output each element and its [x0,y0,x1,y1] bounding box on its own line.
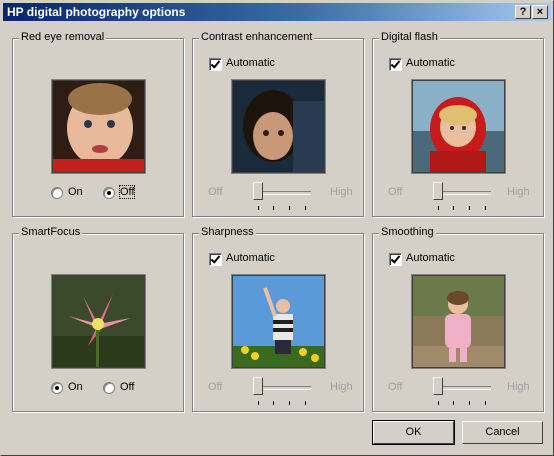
contrast-tick [289,206,290,210]
smartfocus-label: SmartFocus [19,226,83,238]
smartfocus-on-radio[interactable] [51,382,63,394]
contrast-label: Contrast enhancement [199,31,315,43]
smartfocus-off-label[interactable]: Off [120,381,134,393]
digital-flash-automatic-checkbox[interactable] [389,58,402,71]
smoothing-tick [485,401,486,405]
sharpness-tick [273,401,274,405]
ok-button[interactable]: OK [372,420,455,445]
smoothing-slider-thumb[interactable] [433,377,443,395]
contrast-slider-high-label: High [330,186,353,198]
smoothing-tick [469,401,470,405]
sharpness-automatic-label[interactable]: Automatic [226,252,275,264]
red-eye-on-radio[interactable] [51,187,63,199]
digital-flash-tick [485,206,486,210]
red-eye-photo [52,80,145,173]
contrast-slider-thumb[interactable] [253,182,263,200]
sharpness-slider-thumb[interactable] [253,377,263,395]
window-title: HP digital photography options [7,5,186,19]
contrast-slider-low-label: Off [208,186,223,198]
sharpness-tick [305,401,306,405]
digital-flash-slider-high-label: High [507,186,530,198]
contrast-automatic-label[interactable]: Automatic [226,57,275,69]
sharpness-slider-high-label: High [330,381,353,393]
sharpness-slider-low-label: Off [208,381,223,393]
smartfocus-off-radio[interactable] [103,382,115,394]
digital-flash-slider-track[interactable] [435,191,491,195]
smoothing-tick [453,401,454,405]
smoothing-group: Smoothing Automatic Off High [372,226,544,412]
sharpness-automatic-checkbox[interactable] [209,253,222,266]
smoothing-slider-track[interactable] [435,386,491,390]
contrast-tick [258,206,259,210]
dialog-window: HP digital photography options ? × Red e… [0,0,554,456]
title-bar: HP digital photography options ? × [3,3,551,21]
contrast-automatic-checkbox[interactable] [209,58,222,71]
cancel-button[interactable]: Cancel [462,421,543,444]
red-eye-group: Red eye removal On Off [12,31,184,217]
digital-flash-automatic-label[interactable]: Automatic [406,57,455,69]
digital-flash-slider-thumb[interactable] [433,182,443,200]
red-eye-off-label[interactable]: Off [118,185,136,199]
smartfocus-group: SmartFocus On Off [12,226,184,412]
digital-flash-group: Digital flash Automatic Off High [372,31,544,217]
sharpness-tick [289,401,290,405]
digital-flash-tick [438,206,439,210]
contrast-tick [305,206,306,210]
digital-flash-tick [469,206,470,210]
close-button[interactable]: × [532,5,548,19]
sharpness-tick [258,401,259,405]
sharpness-label: Sharpness [199,226,256,238]
contrast-photo [232,80,325,173]
digital-flash-tick [453,206,454,210]
contrast-group: Contrast enhancement Automatic Off High [192,31,364,217]
red-eye-on-label[interactable]: On [68,186,83,198]
sharpness-slider-track[interactable] [255,386,311,390]
smoothing-slider-low-label: Off [388,381,403,393]
contrast-slider-track[interactable] [255,191,311,195]
smoothing-photo [412,275,505,368]
red-eye-label: Red eye removal [19,31,107,43]
digital-flash-slider-low-label: Off [388,186,403,198]
smoothing-label: Smoothing [379,226,436,238]
sharpness-photo [232,275,325,368]
smoothing-slider-high-label: High [507,381,530,393]
digital-flash-photo [412,80,505,173]
digital-flash-label: Digital flash [379,31,440,43]
smartfocus-photo [52,275,145,368]
smoothing-automatic-label[interactable]: Automatic [406,252,455,264]
contrast-tick [273,206,274,210]
smoothing-automatic-checkbox[interactable] [389,253,402,266]
red-eye-off-radio[interactable] [103,187,115,199]
sharpness-group: Sharpness Automatic Off High [192,226,364,412]
help-button[interactable]: ? [515,5,531,19]
smartfocus-on-label[interactable]: On [68,381,83,393]
smoothing-tick [438,401,439,405]
